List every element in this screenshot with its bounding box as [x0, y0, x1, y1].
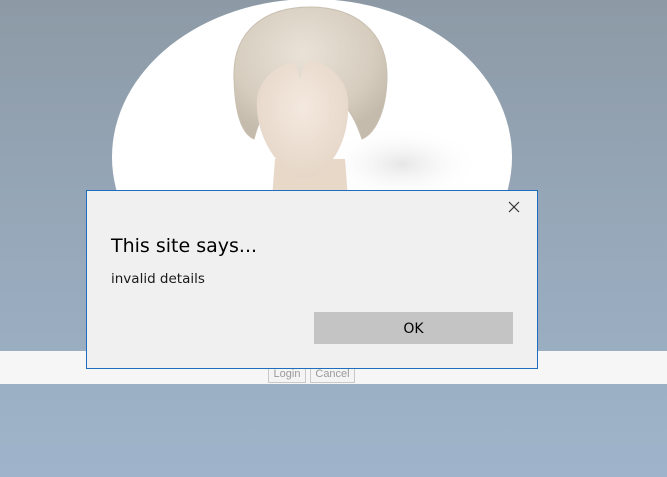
ok-button[interactable]: OK	[314, 312, 513, 344]
close-icon[interactable]	[506, 199, 522, 215]
login-page: Login Cancel This site says... invalid d…	[0, 0, 667, 477]
dialog-title: This site says...	[111, 235, 258, 257]
dialog-message: invalid details	[111, 271, 205, 287]
alert-dialog: This site says... invalid details OK	[86, 190, 538, 369]
